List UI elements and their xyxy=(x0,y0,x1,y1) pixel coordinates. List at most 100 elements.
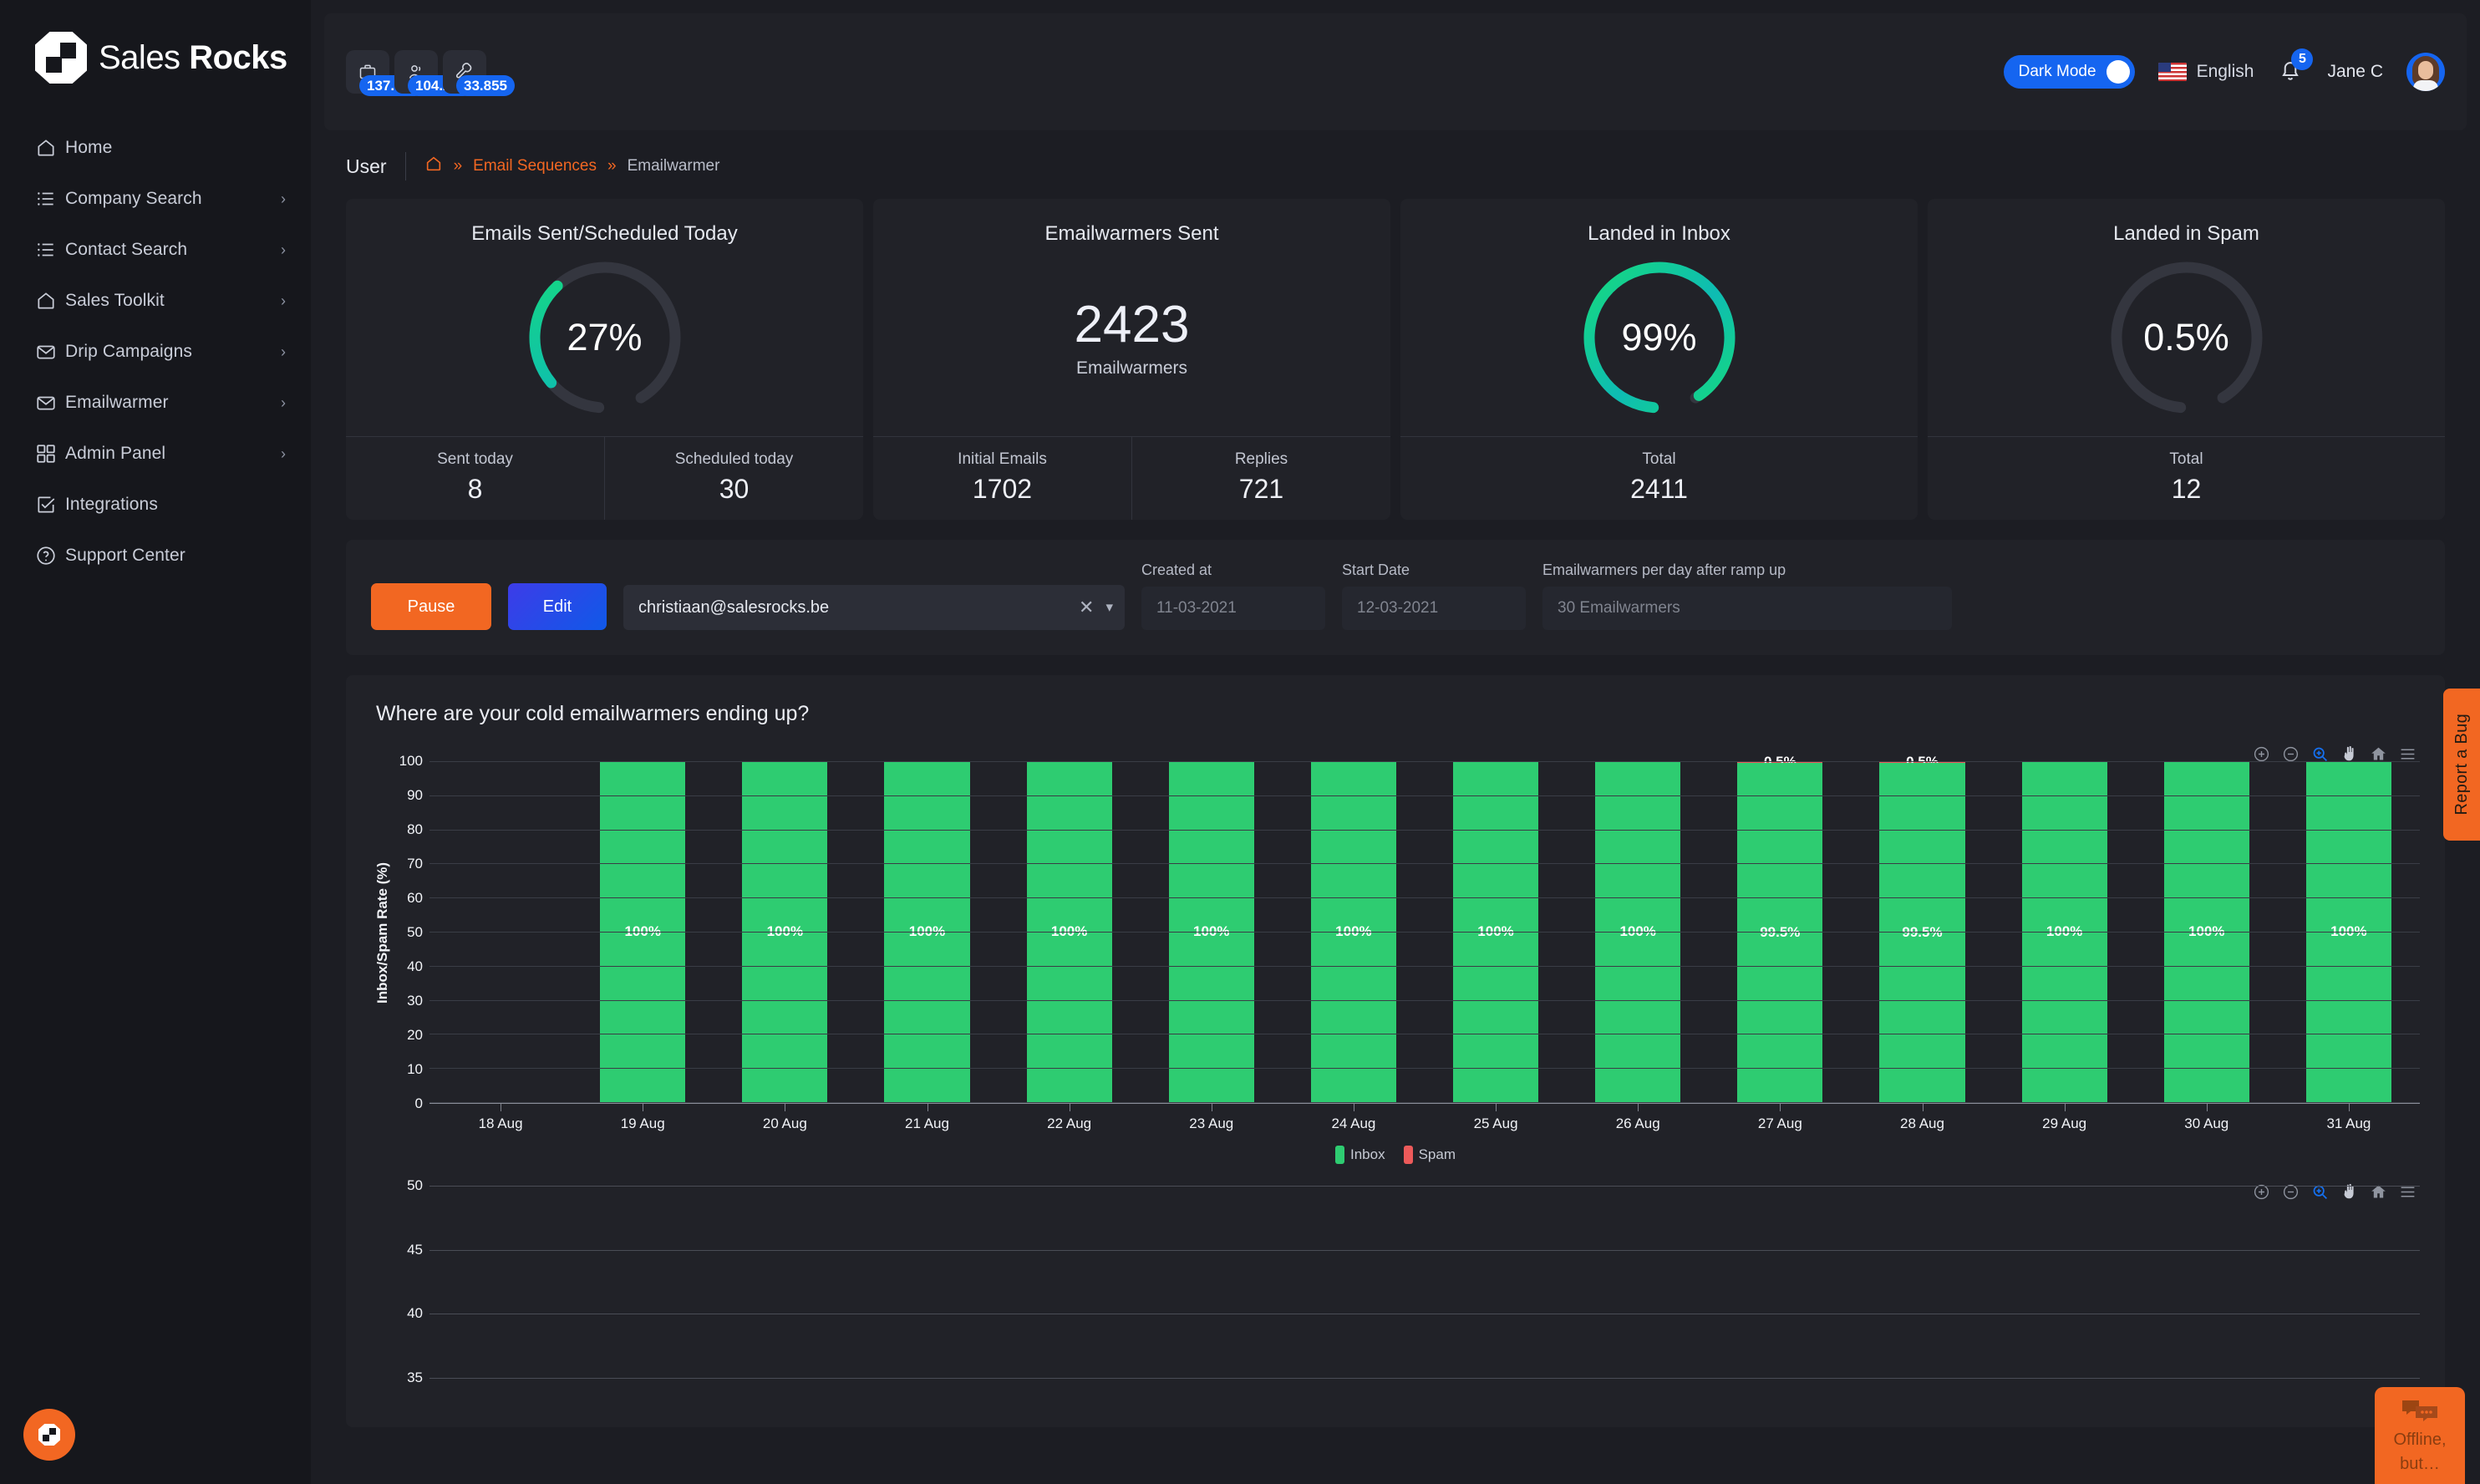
bar-segment-inbox[interactable]: 99.5% xyxy=(1737,763,1822,1102)
field-label: Created at xyxy=(1141,562,1325,579)
avatar[interactable] xyxy=(2406,53,2445,91)
card-body: 2423 Emailwarmers xyxy=(873,246,1390,436)
notification-count-badge: 5 xyxy=(2291,48,2313,70)
reset-home-icon[interactable] xyxy=(2370,745,2387,763)
footer-stat: Scheduled today 30 xyxy=(604,437,863,520)
y-tick-label: 80 xyxy=(407,821,423,838)
list-icon xyxy=(35,239,65,261)
legend-item-inbox[interactable]: Inbox xyxy=(1335,1146,1385,1164)
grid-line xyxy=(429,966,2420,967)
report-bug-tab[interactable]: Report a Bug xyxy=(2443,689,2480,841)
chevron-right-icon: › xyxy=(281,242,286,257)
close-icon[interactable]: ✕ xyxy=(1079,597,1094,618)
card-footer: Total 12 xyxy=(1928,436,2445,520)
sidebar-item-admin-panel[interactable]: Admin Panel › xyxy=(0,428,311,479)
grid-line xyxy=(429,932,2420,933)
offline-label-line2: but… xyxy=(2400,1455,2440,1474)
footer-label: Total xyxy=(1928,450,2445,469)
sidebar-item-support-center[interactable]: Support Center xyxy=(0,530,311,581)
field-label: Emailwarmers per day after ramp up xyxy=(1542,562,1952,579)
sidebar-item-company-search[interactable]: Company Search › xyxy=(0,173,311,224)
credits-chip-group: 137.994 104.276 33.855 xyxy=(346,50,486,94)
plot-area-secondary xyxy=(429,1186,2420,1378)
account-select[interactable]: christiaan@salesrocks.be ✕ ▾ xyxy=(623,585,1125,630)
legend-item-spam[interactable]: Spam xyxy=(1404,1146,1456,1164)
y-axis-label: Inbox/Spam Rate (%) xyxy=(371,761,394,1104)
sidebar-item-contact-search[interactable]: Contact Search › xyxy=(0,224,311,275)
pan-icon[interactable] xyxy=(2340,745,2358,763)
sidebar-item-drip-campaigns[interactable]: Drip Campaigns › xyxy=(0,326,311,377)
floating-brand-button[interactable] xyxy=(23,1409,75,1461)
menu-icon[interactable] xyxy=(2399,745,2416,763)
x-tick-mark xyxy=(2065,1104,2066,1111)
selection-zoom-icon[interactable] xyxy=(2311,745,2329,763)
x-tick-label: 30 Aug xyxy=(2184,1116,2228,1132)
x-tick-label: 18 Aug xyxy=(479,1116,523,1132)
app-root: Sales Rocks Home Company Search › xyxy=(0,0,2480,1484)
sidebar-item-sales-toolkit[interactable]: Sales Toolkit › xyxy=(0,275,311,326)
footer-label: Initial Emails xyxy=(873,450,1131,469)
toggle-knob xyxy=(2106,60,2130,84)
credits-companies-chip[interactable]: 137.994 xyxy=(346,50,389,94)
sidebar-item-label: Emailwarmer xyxy=(65,393,281,413)
chevron-down-icon[interactable]: ▾ xyxy=(1105,599,1113,616)
language-label: English xyxy=(2197,62,2254,82)
question-circle-icon xyxy=(35,545,65,567)
stat-cards: Emails Sent/Scheduled Today 2 xyxy=(311,180,2480,520)
chart-title: Where are your cold emailwarmers ending … xyxy=(371,697,2420,726)
zoom-out-icon[interactable] xyxy=(2282,745,2300,763)
footer-stat: Total 2411 xyxy=(1400,437,1918,520)
footer-value: 2411 xyxy=(1400,474,1918,505)
bar-segment-inbox[interactable]: 99.5% xyxy=(1879,763,1964,1102)
created-at-input[interactable]: 11-03-2021 xyxy=(1141,587,1325,630)
breadcrumb-home-icon[interactable] xyxy=(424,155,443,178)
y-tick-label: 20 xyxy=(407,1027,423,1044)
x-axis-ticks: 18 Aug19 Aug20 Aug21 Aug22 Aug23 Aug24 A… xyxy=(429,1104,2420,1142)
home-icon xyxy=(35,137,65,159)
zoom-in-icon[interactable] xyxy=(2253,745,2270,763)
footer-label: Replies xyxy=(1132,450,1390,469)
footer-label: Total xyxy=(1400,450,1918,469)
start-date-input[interactable]: 12-03-2021 xyxy=(1342,587,1526,630)
x-tick-label: 26 Aug xyxy=(1616,1116,1660,1132)
chevron-right-icon: › xyxy=(281,395,286,410)
credits-contacts-chip[interactable]: 104.276 xyxy=(394,50,438,94)
offline-chat-widget[interactable]: Offline, but… xyxy=(2375,1387,2465,1484)
footer-stat: Initial Emails 1702 xyxy=(873,437,1131,520)
account-select-value: christiaan@salesrocks.be xyxy=(638,598,1079,617)
x-tick-label: 31 Aug xyxy=(2326,1116,2371,1132)
notifications-button[interactable]: 5 xyxy=(2277,57,2304,88)
card-body: 99% xyxy=(1400,246,1918,436)
card-title: Emails Sent/Scheduled Today xyxy=(346,199,863,246)
brand-prefix: Sales xyxy=(99,39,180,76)
sidebar-item-integrations[interactable]: Integrations xyxy=(0,479,311,530)
footer-value: 721 xyxy=(1132,474,1390,505)
pause-button[interactable]: Pause xyxy=(371,583,491,630)
envelope-icon xyxy=(35,392,65,414)
brand-bold: Rocks xyxy=(189,39,287,76)
x-tick-label: 24 Aug xyxy=(1331,1116,1375,1132)
sidebar-item-label: Sales Toolkit xyxy=(65,291,281,311)
grid-line xyxy=(429,1068,2420,1069)
breadcrumb-item-email-sequences[interactable]: Email Sequences xyxy=(473,157,597,175)
brand-logo[interactable]: Sales Rocks xyxy=(0,0,311,84)
grid-line xyxy=(429,863,2420,864)
x-tick-label: 21 Aug xyxy=(905,1116,949,1132)
sidebar-item-home[interactable]: Home xyxy=(0,122,311,173)
footer-stat: Total 12 xyxy=(1928,437,2445,520)
card-title: Emailwarmers Sent xyxy=(873,199,1390,246)
card-emailwarmers-sent: Emailwarmers Sent 2423 Emailwarmers Init… xyxy=(873,199,1390,520)
card-footer: Sent today 8 Scheduled today 30 xyxy=(346,436,863,520)
emailwarmers-per-day-input[interactable]: 30 Emailwarmers xyxy=(1542,587,1952,630)
dark-mode-toggle[interactable]: Dark Mode xyxy=(2004,55,2135,89)
x-tick-label: 27 Aug xyxy=(1758,1116,1802,1132)
x-tick-label: 22 Aug xyxy=(1047,1116,1091,1132)
chevron-right-icon: › xyxy=(281,191,286,206)
language-selector[interactable]: English xyxy=(2158,62,2254,82)
user-name[interactable]: Jane C xyxy=(2327,62,2383,82)
edit-button[interactable]: Edit xyxy=(508,583,607,630)
credits-tools-chip[interactable]: 33.855 xyxy=(443,50,486,94)
chart-toolbar xyxy=(2253,745,2416,763)
sidebar-item-emailwarmer[interactable]: Emailwarmer › xyxy=(0,377,311,428)
footer-value: 12 xyxy=(1928,474,2445,505)
